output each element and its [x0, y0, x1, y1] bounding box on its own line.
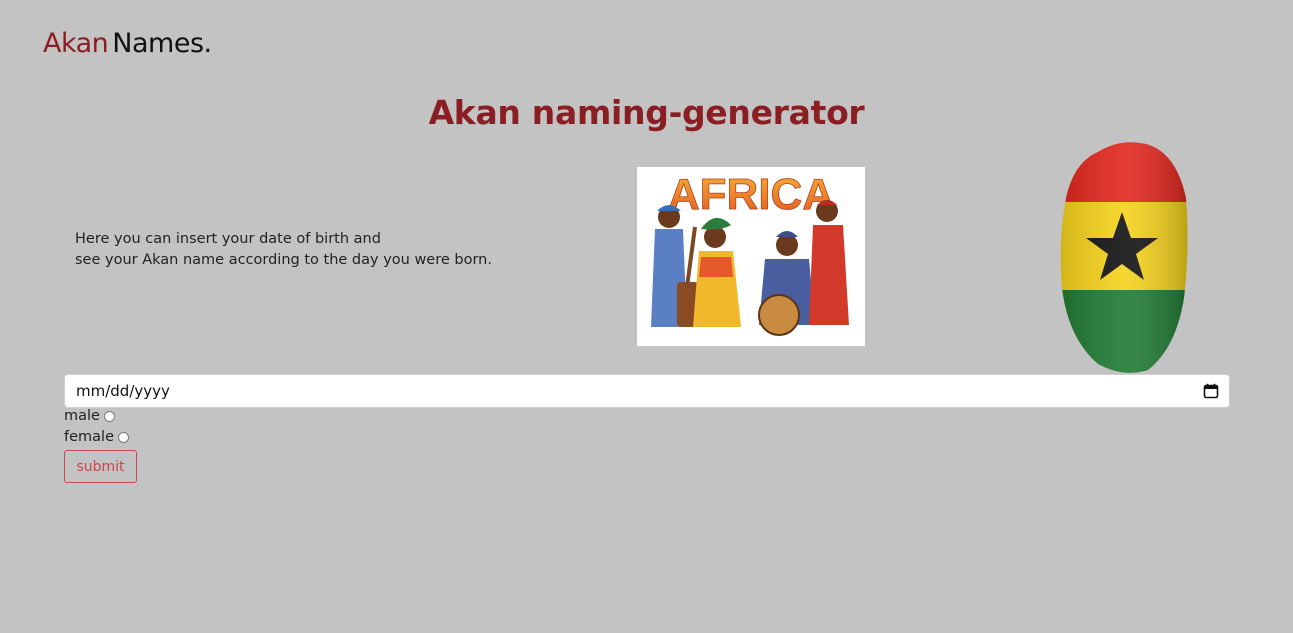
brand-logo[interactable]: Akan Names. [43, 28, 212, 59]
female-radio[interactable] [118, 431, 129, 443]
ghana-flag-map-image [1058, 138, 1190, 376]
calendar-icon[interactable] [1203, 383, 1219, 399]
male-label: male [64, 408, 100, 424]
gender-option-male[interactable]: male [64, 408, 115, 424]
gender-option-female[interactable]: female [64, 429, 129, 445]
africa-illustration-image: AFRICA [637, 167, 865, 346]
africa-caption: AFRICA [668, 170, 834, 219]
female-label: female [64, 429, 114, 445]
intro-line-1: Here you can insert your date of birth a… [75, 231, 381, 247]
date-placeholder: mm/dd/yyyy [76, 382, 170, 400]
intro-text: Here you can insert your date of birth a… [75, 229, 492, 271]
page-title: Akan naming-generator [428, 93, 865, 132]
brand-accent: Akan [43, 28, 109, 59]
birthdate-input[interactable]: mm/dd/yyyy [64, 374, 1230, 408]
brand-rest: Names. [112, 28, 212, 59]
intro-line-2: see your Akan name according to the day … [75, 252, 492, 268]
submit-button[interactable]: submit [64, 450, 137, 483]
male-radio[interactable] [103, 410, 115, 422]
